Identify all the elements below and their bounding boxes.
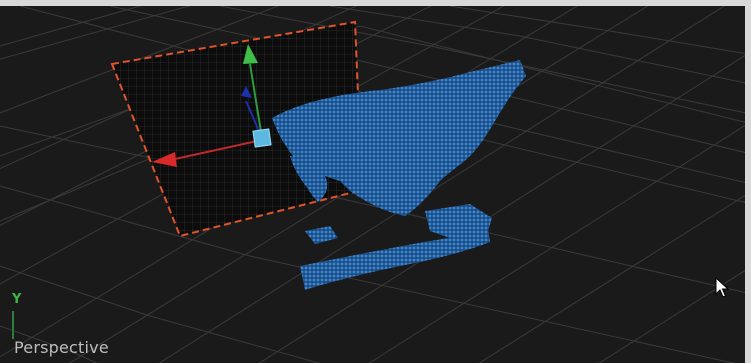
3d-viewport[interactable]: Y Perspective: [0, 0, 751, 363]
camera-label[interactable]: Perspective: [14, 338, 109, 357]
axis-indicator-y-line: [12, 311, 14, 339]
axis-indicator-y-label: Y: [12, 292, 22, 307]
mouse-pointer-icon: [715, 277, 729, 298]
gizmo-center-handle[interactable]: [252, 128, 272, 148]
scene-canvas[interactable]: [0, 6, 751, 363]
